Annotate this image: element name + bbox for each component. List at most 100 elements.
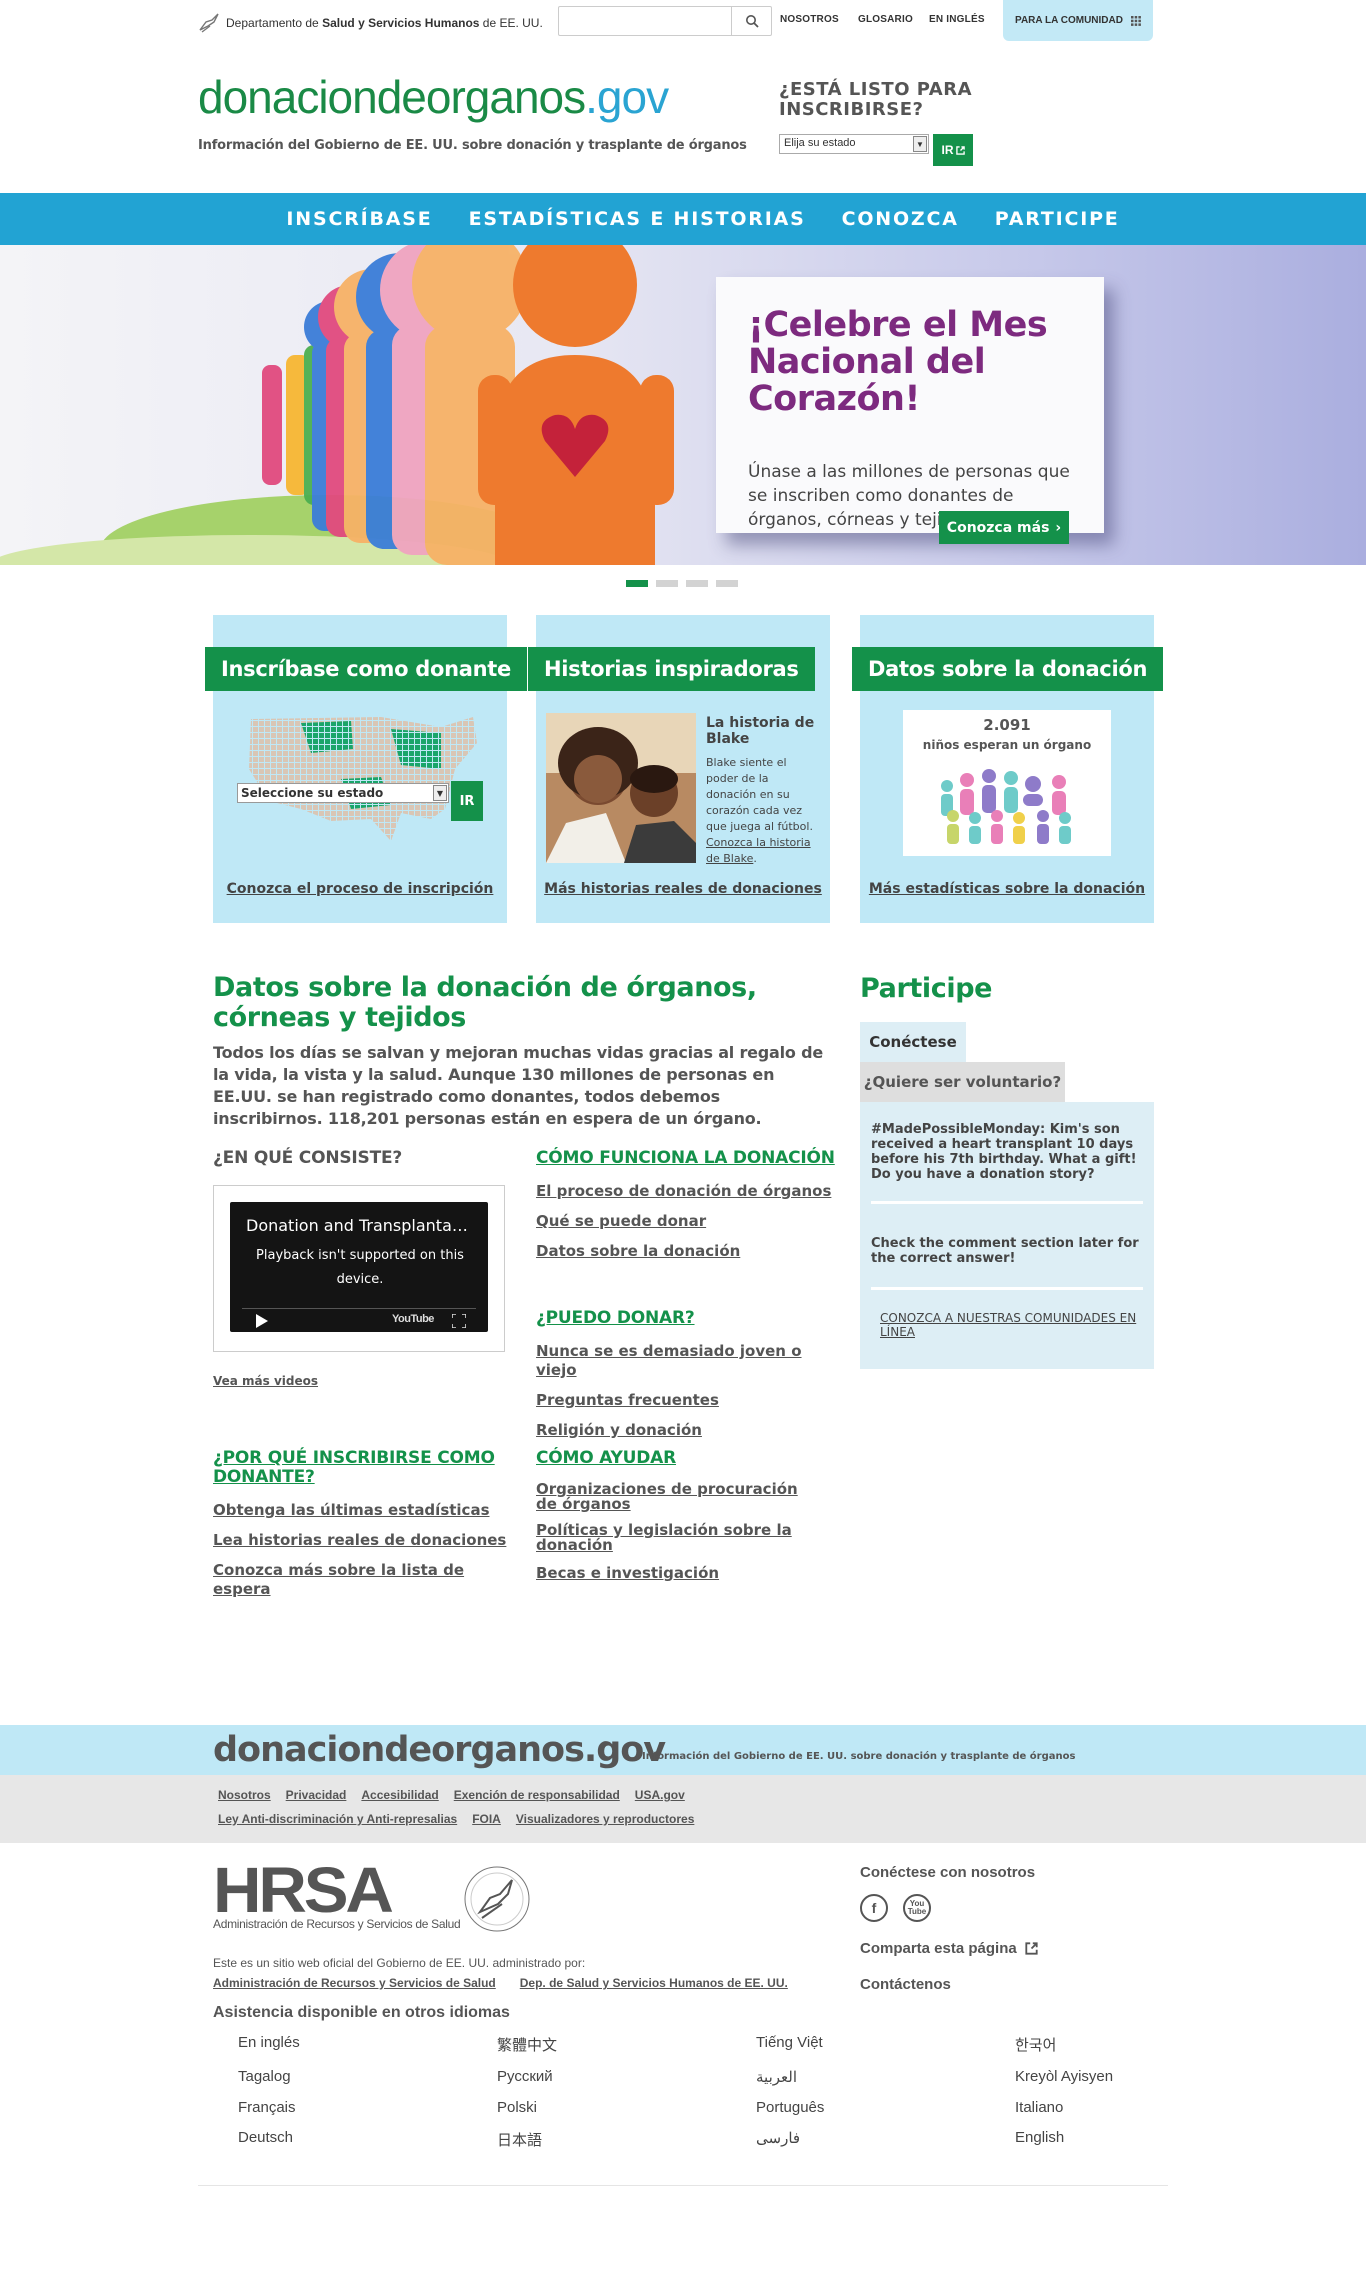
por-que-heading[interactable]: ¿POR QUÉ INSCRIBIRSE COMO DONANTE? [213,1449,503,1487]
feature-facts-link[interactable]: Más estadísticas sobre la donación [860,881,1154,897]
language-link[interactable]: 日本語 [497,2129,756,2150]
puedo-donar-heading[interactable]: ¿PUEDO DONAR? [536,1309,695,1328]
language-link[interactable]: فارسی [756,2129,1015,2150]
link-becas[interactable]: Becas e investigación [536,1564,806,1583]
link-preguntas[interactable]: Preguntas frecuentes [536,1391,836,1410]
search-input[interactable] [559,7,731,35]
search-button[interactable] [731,7,771,35]
children-icons [941,769,1071,844]
language-link[interactable]: Português [756,2099,1015,2116]
footer-link-exencion[interactable]: Exención de responsabilidad [454,1788,620,1802]
footer-link-nosotros[interactable]: Nosotros [218,1788,271,1802]
footer-band: donaciondeorganos.gov Información del Go… [0,1725,1366,1775]
language-link[interactable]: Kreyòl Ayisyen [1015,2068,1215,2086]
footer-link-privacidad[interactable]: Privacidad [286,1788,347,1802]
language-link[interactable]: Polski [497,2099,756,2116]
hhs-link[interactable]: Departamento de Salud y Servicios Humano… [198,12,543,34]
link-lista-espera[interactable]: Conozca más sobre la lista de espera [213,1561,513,1599]
feature-stories-link[interactable]: Más historias reales de donaciones [536,881,830,897]
feature-state-select[interactable]: Seleccione su estado ▼ [237,783,449,803]
footer-link-accesibilidad[interactable]: Accesibilidad [361,1788,438,1802]
footer-logo[interactable]: donaciondeorganos.gov [213,1730,666,1770]
language-link[interactable]: Français [238,2099,497,2116]
youtube-logo[interactable]: YouTube [392,1313,434,1325]
hero-learn-more-button[interactable]: Conozca más › [939,511,1069,544]
state-select[interactable]: Elija su estado ▼ [779,134,929,154]
language-link[interactable]: 한국어 [1015,2034,1215,2055]
hhs-seal-icon[interactable] [462,1864,532,1934]
link-joven-viejo[interactable]: Nunca se es demasiado joven o viejo [536,1342,836,1380]
external-link-icon [1025,1942,1038,1955]
link-politicas[interactable]: Políticas y legislación sobre la donació… [536,1523,806,1553]
footer-link-ley[interactable]: Ley Anti-discriminación y Anti-represali… [218,1812,457,1826]
feature-stories-heading: Historias inspiradoras [528,647,815,691]
hrsa-logo[interactable]: HRSA [213,1858,394,1922]
blake-photo [546,713,696,863]
language-link[interactable]: Tiếng Việt [756,2034,1015,2055]
video-player[interactable]: Donation and Transplanta… Playback isn't… [230,1202,488,1332]
nav-estadisticas[interactable]: ESTADÍSTICAS E HISTORIAS [469,208,806,230]
carousel-dot-1[interactable] [626,580,648,587]
connect-heading: Conéctese con nosotros [860,1864,1036,1881]
grid-icon [1130,15,1141,26]
main-title: Datos sobre la donación de órganos, córn… [213,972,757,1033]
link-proceso[interactable]: El proceso de donación de órganos [536,1182,836,1201]
footer-link-foia[interactable]: FOIA [472,1812,501,1826]
video-message: Playback isn't supported on this device. [256,1248,464,1287]
main-nav: INSCRÍBASE ESTADÍSTICAS E HISTORIAS CONO… [0,193,1366,245]
carousel-dot-2[interactable] [656,580,678,587]
story-link[interactable]: Conozca la historia de Blake [706,836,811,865]
como-ayudar-heading[interactable]: CÓMO AYUDAR [536,1449,676,1468]
top-bar: Departamento de Salud y Servicios Humano… [0,0,1366,44]
play-icon[interactable] [256,1314,268,1328]
como-funciona-heading[interactable]: CÓMO FUNCIONA LA DONACIÓN [536,1149,835,1168]
link-que-donar[interactable]: Qué se puede donar [536,1212,836,1231]
participe-title: Participe [860,973,993,1004]
link-historias[interactable]: Lea historias reales de donaciones [213,1531,513,1550]
en-ingles-link[interactable]: EN INGLÉS [929,14,985,25]
fullscreen-icon[interactable] [452,1314,466,1328]
feature-register-link[interactable]: Conozca el proceso de inscripción [213,881,507,897]
tab-conectese[interactable]: Conéctese [860,1022,966,1062]
language-link[interactable]: 繁體中文 [497,2034,756,2055]
feature-register-heading: Inscríbase como donante [205,647,527,691]
language-link[interactable]: Русский [497,2068,756,2086]
link-datos[interactable]: Datos sobre la donación [536,1242,836,1261]
language-link[interactable]: English [1015,2129,1215,2150]
footer-link-usagov[interactable]: USA.gov [635,1788,685,1802]
link-religion[interactable]: Religión y donación [536,1421,836,1440]
language-link[interactable]: Tagalog [238,2068,497,2086]
carousel-dot-3[interactable] [686,580,708,587]
hero-title: ¡Celebre el Mes Nacional del Corazón! [748,305,1048,419]
youtube-icon[interactable]: You Tube [903,1894,931,1922]
share-page-link[interactable]: Comparta esta página [860,1940,1038,1957]
communities-link[interactable]: CONOZCA A NUESTRAS COMUNIDADES EN LÍNEA [880,1311,1140,1339]
como-funciona-list: El proceso de donación de órganos Qué se… [536,1182,836,1272]
por-que-list: Obtenga las últimas estadísticas Lea his… [213,1501,513,1610]
link-estadisticas[interactable]: Obtenga las últimas estadísticas [213,1501,513,1520]
nav-conozca[interactable]: CONOZCA [842,208,959,230]
go-button[interactable]: IR [933,134,973,166]
language-link[interactable]: العربية [756,2068,1015,2086]
tab-voluntario[interactable]: ¿Quiere ser voluntario? [860,1062,1065,1102]
language-link[interactable]: Deutsch [238,2129,497,2150]
link-organizaciones[interactable]: Organizaciones de procuración de órganos [536,1482,806,1512]
nosotros-link[interactable]: NOSOTROS [780,14,839,25]
admin-link-hhs[interactable]: Dep. de Salud y Servicios Humanos de EE.… [520,1976,788,1990]
glosario-link[interactable]: GLOSARIO [858,14,913,25]
admin-link-hrsa[interactable]: Administración de Recursos y Servicios d… [213,1976,496,1990]
contact-link[interactable]: Contáctenos [860,1976,951,1993]
footer-tagline: Información del Gobierno de EE. UU. sobr… [642,1751,1076,1762]
language-link[interactable]: Italiano [1015,2099,1215,2116]
nav-participe[interactable]: PARTICIPE [995,208,1120,230]
facebook-icon[interactable]: f [860,1894,888,1922]
more-videos-link[interactable]: Vea más videos [213,1374,318,1388]
language-link[interactable]: En inglés [238,2034,497,2055]
footer-link-visualizadores[interactable]: Visualizadores y reproductores [516,1812,695,1826]
official-site-text: Este es un sitio web oficial del Gobiern… [213,1956,586,1970]
nav-inscribase[interactable]: INSCRÍBASE [286,208,432,230]
feature-go-button[interactable]: IR [451,781,483,821]
community-button[interactable]: PARA LA COMUNIDAD [1003,0,1153,41]
site-logo[interactable]: donaciondeorganos.gov [198,70,669,124]
carousel-dot-4[interactable] [716,580,738,587]
